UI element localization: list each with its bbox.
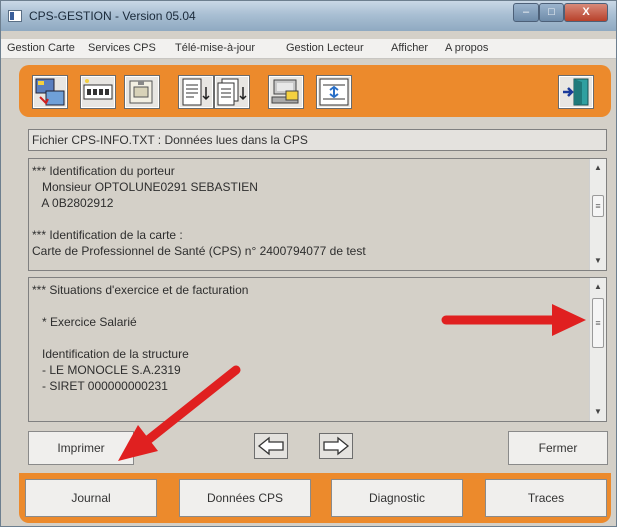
transfer-button[interactable]	[316, 75, 352, 109]
text-line	[32, 330, 586, 346]
text-line: *** Situations d'exercice et de facturat…	[32, 283, 249, 297]
card-insert-button[interactable]	[124, 75, 160, 109]
donnees-cps-button[interactable]: Données CPS	[179, 479, 311, 517]
window-title: CPS-GESTION - Version 05.04	[29, 9, 196, 23]
documents-down-icon	[217, 78, 247, 106]
menu-gestion-carte[interactable]: Gestion Carte	[7, 42, 75, 54]
menu-bar: Gestion Carte Services CPS Télé-mise-à-j…	[1, 39, 616, 59]
text-line: Monsieur OPTOLUNE0291 SEBASTIEN	[32, 180, 258, 194]
maximize-button[interactable]: □	[539, 3, 564, 22]
menu-afficher[interactable]: Afficher	[391, 42, 428, 54]
menu-gestion-lecteur[interactable]: Gestion Lecteur	[286, 42, 364, 54]
traces-button[interactable]: Traces	[485, 479, 607, 517]
scroll-up-icon[interactable]: ▲	[590, 161, 606, 175]
next-button[interactable]	[319, 433, 353, 459]
close-window-button[interactable]: X	[564, 3, 608, 22]
exit-door-icon	[563, 78, 589, 106]
text-line: - SIRET 000000000231	[32, 379, 168, 393]
arrow-right-icon	[323, 436, 350, 456]
situations-text-box[interactable]: *** Situations d'exercice et de facturat…	[28, 277, 607, 422]
text-line: * Exercice Salarié	[32, 315, 137, 329]
exit-button[interactable]	[558, 75, 594, 109]
menu-a-propos[interactable]: A propos	[445, 42, 488, 54]
scroll-thumb[interactable]: ≡	[592, 195, 604, 217]
read-card-button[interactable]	[32, 75, 68, 109]
scroll-down-icon[interactable]: ▼	[590, 254, 606, 268]
document-down-button[interactable]	[178, 75, 214, 109]
menu-services-cps[interactable]: Services CPS	[88, 42, 156, 54]
menu-tele-mise-a-jour[interactable]: Télé-mise-à-jour	[175, 42, 255, 54]
previous-button[interactable]	[254, 433, 288, 459]
app-window: CPS-GESTION - Version 05.04 – □ X Gestio…	[0, 0, 617, 527]
computer-card-button[interactable]	[268, 75, 304, 109]
read-card-icon	[35, 78, 65, 106]
porteur-text-box[interactable]: *** Identification du porteur Monsieur O…	[28, 158, 607, 271]
card-insert-icon	[129, 80, 153, 104]
text-line: Identification de la structure	[32, 347, 189, 361]
situations-text-lines: *** Situations d'exercice et de facturat…	[32, 282, 586, 394]
scrollbar-porteur[interactable]: ▲ ≡ ▼	[589, 159, 606, 270]
minimize-button[interactable]: –	[513, 3, 539, 22]
text-line: - LE MONOCLE S.A.2319	[32, 363, 181, 377]
pin-code-icon	[83, 79, 113, 100]
diagnostic-button[interactable]: Diagnostic	[331, 479, 463, 517]
scroll-thumb[interactable]: ≡	[592, 298, 604, 348]
documents-down-button[interactable]	[214, 75, 250, 109]
print-button[interactable]: Imprimer	[28, 431, 134, 465]
text-line: Carte de Professionnel de Santé (CPS) n°…	[32, 244, 366, 258]
transfer-icon	[319, 78, 349, 106]
text-line: A 0B2802912	[32, 196, 114, 210]
title-bar: CPS-GESTION - Version 05.04 – □ X	[1, 1, 616, 31]
text-line	[32, 211, 586, 227]
close-button[interactable]: Fermer	[508, 431, 608, 465]
scrollbar-situations[interactable]: ▲ ≡ ▼	[589, 278, 606, 421]
app-icon[interactable]	[8, 10, 22, 22]
scroll-up-icon[interactable]: ▲	[590, 280, 606, 294]
journal-button[interactable]: Journal	[25, 479, 157, 517]
pin-code-button[interactable]	[80, 75, 116, 109]
scroll-down-icon[interactable]: ▼	[590, 405, 606, 419]
computer-card-icon	[271, 79, 299, 104]
porteur-text-lines: *** Identification du porteur Monsieur O…	[32, 163, 586, 259]
text-line: *** Identification de la carte :	[32, 228, 183, 242]
document-down-icon	[182, 78, 210, 106]
text-line: *** Identification du porteur	[32, 164, 175, 178]
text-line	[32, 298, 586, 314]
toolbar	[19, 65, 611, 117]
file-label: Fichier CPS-INFO.TXT : Données lues dans…	[28, 129, 607, 151]
arrow-left-icon	[257, 436, 284, 456]
